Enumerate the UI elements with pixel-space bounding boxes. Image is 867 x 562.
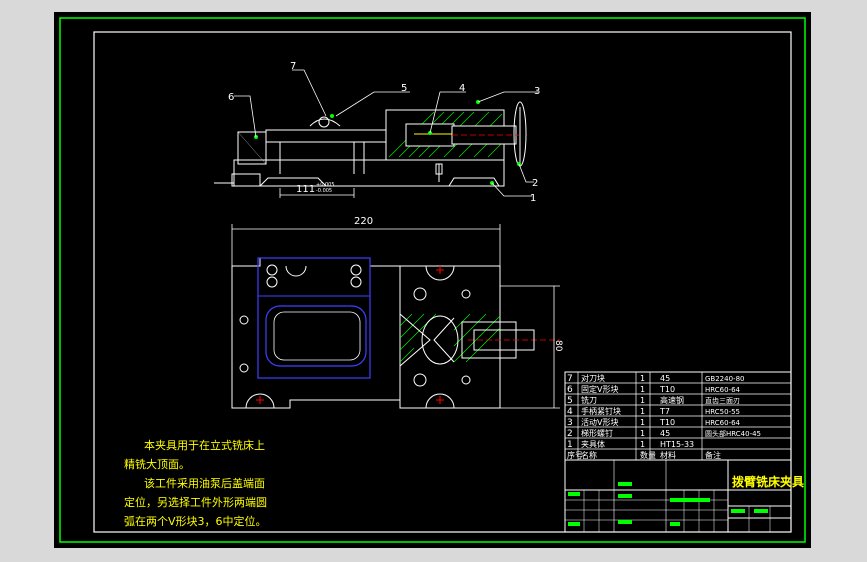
bom-row-3-no: 3	[567, 418, 573, 428]
note-line-3: 该工件采用油泵后盖端面	[144, 476, 265, 490]
bom-row-1-no: 1	[567, 440, 573, 450]
bom-row-4-no: 4	[567, 407, 573, 417]
note-line-5: 弧在两个V形块3，6中定位。	[124, 514, 267, 528]
bom-row-3-qty: 1	[640, 418, 645, 427]
callout-1: 1	[530, 193, 536, 204]
note-line-1: 本夹具用于在立式铣床上	[144, 438, 265, 452]
bom-row-7-no: 7	[567, 374, 573, 384]
inner-frame	[93, 31, 792, 533]
bom-row-3-material: T10	[659, 418, 675, 427]
bom-row-5-qty: 1	[640, 396, 645, 405]
note-line-4: 定位，另选择工件外形两端圆	[124, 495, 267, 509]
callout-4: 4	[459, 83, 465, 94]
callout-2: 2	[532, 178, 538, 189]
bom-row-2-material: 45	[660, 429, 670, 438]
bom-row-5-material: 高速钢	[660, 395, 684, 405]
bom-text: 7 对刀块 1 45 GB2240-80 6 固定V形块 1 T10 HRC60-64 5 铣刀 1 高速…	[567, 373, 761, 460]
bom-row-6-name: 固定V形块	[581, 384, 618, 394]
callout-7: 7	[290, 61, 296, 72]
title-block: 拨臂铣床夹具	[564, 459, 804, 533]
bom-row-6-remark: HRC60-64	[705, 386, 741, 394]
bom-row-7-qty: 1	[640, 374, 645, 383]
bom-row-3-remark: HRC60-64	[705, 419, 741, 427]
bom-header-remark: 备注	[705, 450, 721, 460]
bom-row-1-material: HT15-33	[660, 440, 694, 449]
callout-5: 5	[401, 83, 407, 94]
bom-row-4-remark: HRC50-55	[705, 408, 740, 416]
bom-row-6-material: T10	[659, 385, 675, 394]
bom-header-material: 材料	[660, 450, 676, 460]
dimension-220: 220	[354, 216, 373, 227]
drawing-canvas: 6 7 5 4 3 2 1 111 +0.005 -0.005 220 80 本…	[59, 17, 806, 543]
bom-row-6-no: 6	[567, 385, 573, 395]
bom-row-6-qty: 1	[640, 385, 645, 394]
bom-row-7-material: 45	[660, 374, 670, 383]
bom-row-7-remark: GB2240-80	[705, 375, 744, 383]
callout-3: 3	[534, 86, 540, 97]
plan-view	[231, 224, 560, 409]
bom-row-4-material: T7	[659, 407, 670, 416]
technical-notes: 本夹具用于在立式铣床上 精铣大顶面。 该工件采用油泵后盖端面 定位，另选择工件外…	[124, 438, 267, 528]
drawing-title: 拨臂铣床夹具	[732, 474, 804, 489]
dimension-tol-lower: -0.005	[316, 188, 332, 194]
bom-row-5-remark: 直齿三面刃	[705, 396, 740, 405]
bom-row-2-remark: 圆头部HRC40-45	[705, 429, 761, 438]
bom-row-5-name: 铣刀	[581, 395, 597, 405]
dimension-111: 111	[296, 184, 315, 195]
bom-row-2-name: 梯形螺钉	[581, 428, 613, 438]
note-line-2: 精铣大顶面。	[124, 457, 190, 471]
bom-header-qty: 数量	[640, 450, 656, 460]
bom-row-1-qty: 1	[640, 440, 645, 449]
bom-row-2-qty: 1	[640, 429, 645, 438]
callout-6: 6	[228, 92, 234, 103]
front-view	[214, 69, 538, 198]
dimension-right: 80	[553, 340, 563, 352]
drawing-sheet: 6 7 5 4 3 2 1 111 +0.005 -0.005 220 80 本…	[54, 12, 811, 548]
bom-row-7-name: 对刀块	[581, 373, 605, 383]
bom-row-1-name: 夹具体	[581, 439, 605, 449]
bom-header-name: 名称	[581, 450, 597, 460]
bom-row-2-no: 2	[567, 429, 573, 439]
bom-row-3-name: 活动V形块	[581, 417, 618, 427]
bom-row-4-qty: 1	[640, 407, 645, 416]
bom-row-5-no: 5	[567, 396, 573, 406]
bom-row-4-name: 手柄紧钉块	[581, 406, 621, 416]
